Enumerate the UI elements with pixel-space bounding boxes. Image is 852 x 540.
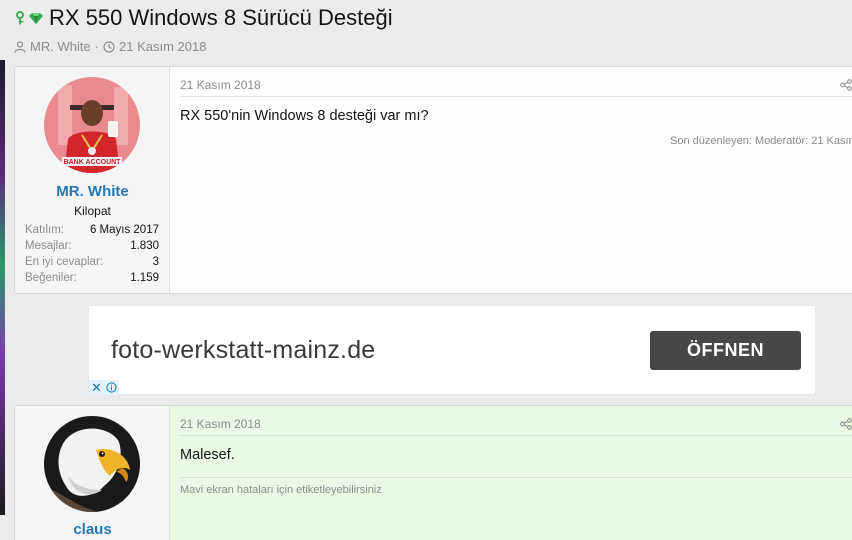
post-divider — [180, 435, 852, 436]
thread-date-link[interactable]: 21 Kasım 2018 — [119, 39, 206, 54]
thread-header: RX 550 Windows 8 Sürücü Desteği MR. Whit… — [14, 4, 852, 64]
post-main: 21 Kasım 2018 RX 550'nin Windows 8 deste… — [170, 67, 852, 293]
stat-value: 6 Mayıs 2017 — [89, 224, 159, 236]
stat-label: Katılım: — [25, 224, 64, 236]
user-title: Kilopat — [74, 204, 111, 218]
last-edited-note: Son düzenleyen: Moderatör: 21 Kasım 2018 — [670, 135, 852, 147]
stat-value: 1.830 — [130, 240, 159, 252]
username-link[interactable]: claus — [15, 521, 170, 538]
page-title: RX 550 Windows 8 Sürücü Desteği — [49, 5, 393, 30]
post-main: 21 Kasım 2018 Malesef. Mavi ekran hatala… — [170, 406, 852, 540]
key-icon — [16, 11, 24, 25]
thread-meta: MR. White · 21 Kasım 2018 — [14, 39, 852, 54]
stat-label: Mesajlar: — [25, 240, 72, 252]
title-row: RX 550 Windows 8 Sürücü Desteği — [14, 4, 852, 32]
post-body: Malesef. — [180, 447, 235, 463]
clock-icon — [103, 40, 115, 53]
background-strip — [0, 60, 5, 515]
post-1: BANK ACCOUNT MR. White Kilopat Katılım: … — [14, 66, 852, 294]
avatar[interactable] — [44, 416, 140, 512]
stat-messages: Mesajlar: 1.830 — [25, 238, 159, 254]
ad-controls: ✕ — [89, 380, 119, 395]
signature: Mavi ekran hataları için etiketleyebilir… — [180, 484, 382, 496]
signature-divider — [180, 477, 852, 478]
stat-label: En iyi cevaplar: — [25, 256, 103, 268]
user-cell: claus — [15, 406, 170, 540]
stat-best-answers: En iyi cevaplar: 3 — [25, 254, 159, 270]
ad-domain[interactable]: foto-werkstatt-mainz.de — [111, 336, 375, 365]
share-icon[interactable] — [840, 79, 852, 91]
advertisement[interactable]: foto-werkstatt-mainz.de ÖFFNEN ✕ — [88, 305, 816, 395]
post-date-link[interactable]: 21 Kasım 2018 — [180, 417, 261, 431]
stat-likes: Beğeniler: 1.159 — [25, 270, 159, 286]
stat-value: 1.159 — [130, 272, 159, 284]
stat-joined: Katılım: 6 Mayıs 2017 — [25, 222, 159, 238]
user-icon — [14, 40, 26, 53]
username-link[interactable]: MR. White — [15, 183, 170, 200]
thread-author-link[interactable]: MR. White — [30, 39, 91, 54]
meta-separator: · — [94, 39, 100, 54]
post-body: RX 550'nin Windows 8 desteği var mı? — [180, 108, 429, 124]
post-date-link[interactable]: 21 Kasım 2018 — [180, 78, 261, 92]
diamond-icon — [29, 13, 43, 24]
info-icon[interactable] — [104, 380, 119, 395]
post-divider — [180, 96, 852, 97]
avatar-caption: BANK ACCOUNT — [64, 159, 122, 166]
avatar[interactable]: BANK ACCOUNT — [44, 77, 140, 173]
share-icon[interactable] — [840, 418, 852, 430]
user-stats: Katılım: 6 Mayıs 2017 Mesajlar: 1.830 En… — [25, 222, 159, 286]
stat-label: Beğeniler: — [25, 272, 77, 284]
ad-open-button[interactable]: ÖFFNEN — [650, 331, 801, 370]
post-2: claus 21 Kasım 2018 Malesef. Mavi ekran … — [14, 405, 852, 540]
ad-close-button[interactable]: ✕ — [89, 380, 104, 395]
user-cell: BANK ACCOUNT MR. White Kilopat Katılım: … — [15, 67, 170, 293]
stat-value: 3 — [152, 256, 159, 268]
